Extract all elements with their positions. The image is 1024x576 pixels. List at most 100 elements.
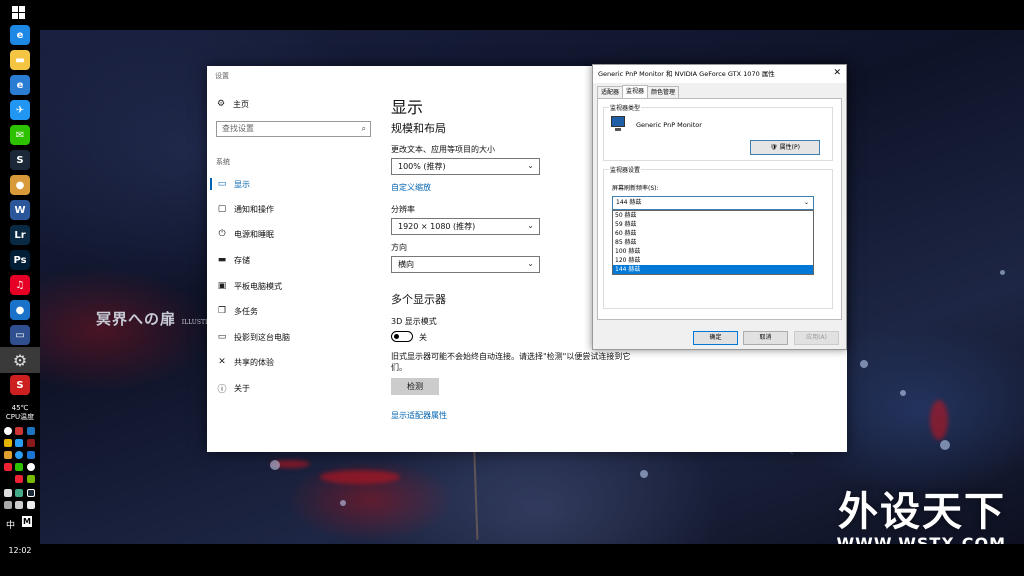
refresh-rate-option[interactable]: 100 赫兹 bbox=[613, 247, 813, 256]
app-orange-icon[interactable]: ● bbox=[10, 175, 30, 195]
tray-app-icon[interactable] bbox=[27, 489, 35, 497]
tablet-icon: ▣ bbox=[217, 281, 227, 291]
refresh-rate-label: 屏幕刷新频率(S): bbox=[612, 185, 659, 192]
sidebar-group-label: 系统 bbox=[216, 158, 230, 166]
nav-item-0[interactable]: ▭ 显示 bbox=[210, 176, 250, 192]
tab-1[interactable]: 监视器 bbox=[622, 85, 649, 98]
ime-mode-icon[interactable]: M bbox=[22, 516, 32, 527]
tray-app-icon[interactable] bbox=[27, 427, 35, 435]
resolution-dropdown[interactable]: 1920 × 1080 (推荐) ⌄ bbox=[391, 218, 540, 235]
tray-app-icon[interactable] bbox=[4, 427, 12, 435]
ok-button[interactable]: 确定 bbox=[693, 331, 738, 345]
monitor-icon bbox=[611, 116, 625, 131]
tray-app-icon[interactable] bbox=[27, 475, 35, 483]
nav-item-7[interactable]: ✕ 共享的体验 bbox=[216, 354, 274, 370]
dialog-title: Generic PnP Monitor 和 NVIDIA GeForce GTX… bbox=[593, 65, 846, 83]
apply-button[interactable]: 应用(A) bbox=[794, 331, 839, 345]
browser-icon[interactable]: e bbox=[10, 25, 30, 45]
tray-app-icon[interactable] bbox=[15, 463, 23, 471]
start-button[interactable] bbox=[12, 6, 26, 20]
3d-mode-toggle[interactable] bbox=[391, 331, 413, 342]
orientation-label: 方向 bbox=[391, 243, 407, 252]
netease-music-icon[interactable]: ♫ bbox=[10, 275, 30, 295]
app-monitor-icon[interactable]: ▭ bbox=[10, 325, 30, 345]
settings-window-title: 设置 bbox=[215, 72, 229, 80]
taskbar: e ▬ e ✈ ✉ S ● W Lr Ps ♫ ● ▭ ⚙ S 45℃ CPU温度 中 M 12:02 bbox=[0, 0, 40, 576]
nav-item-6[interactable]: ▭ 投影到这台电脑 bbox=[216, 329, 290, 345]
scale-layout-heading: 规模和布局 bbox=[391, 122, 446, 135]
app-blue-icon[interactable]: ● bbox=[10, 300, 30, 320]
nav-home[interactable]: ⚙ 主页 bbox=[215, 96, 249, 112]
tray-app-icon[interactable] bbox=[4, 501, 12, 509]
nav-item-4[interactable]: ▣ 平板电脑模式 bbox=[216, 278, 282, 294]
monitor-name: Generic PnP Monitor bbox=[636, 121, 702, 129]
project-icon: ▭ bbox=[217, 332, 227, 342]
nav-item-2[interactable]: ⏻ 电源和睡眠 bbox=[216, 226, 274, 242]
refresh-rate-option[interactable]: 60 赫兹 bbox=[613, 229, 813, 238]
page-title: 显示 bbox=[391, 98, 424, 117]
chevron-down-icon: ⌄ bbox=[803, 199, 809, 206]
tray-app-icon[interactable] bbox=[15, 439, 23, 447]
3d-mode-label: 3D 显示模式 bbox=[391, 317, 437, 326]
cpu-temperature: 45℃ CPU温度 bbox=[5, 404, 35, 421]
resolution-label: 分辨率 bbox=[391, 205, 415, 214]
chevron-down-icon: ⌄ bbox=[527, 259, 534, 268]
nav-item-8[interactable]: ⓘ 关于 bbox=[216, 380, 250, 396]
tray-app-icon[interactable] bbox=[27, 451, 35, 459]
display-icon: ▭ bbox=[217, 179, 227, 189]
tray-app-icon[interactable] bbox=[15, 501, 23, 509]
tray-app-icon[interactable] bbox=[4, 489, 12, 497]
refresh-rate-option[interactable]: 50 赫兹 bbox=[613, 211, 813, 220]
tray-app-icon[interactable] bbox=[15, 475, 23, 483]
bird-app-icon[interactable]: ✈ bbox=[10, 100, 30, 120]
ime-indicator[interactable]: 中 bbox=[6, 518, 15, 531]
scale-dropdown[interactable]: 100% (推荐) ⌄ bbox=[391, 158, 540, 175]
nav-item-1[interactable]: ▢ 通知和操作 bbox=[216, 201, 274, 217]
photoshop-icon[interactable]: Ps bbox=[10, 250, 30, 270]
orientation-dropdown[interactable]: 横向 ⌄ bbox=[391, 256, 540, 273]
settings-gear-icon[interactable]: ⚙ bbox=[0, 347, 40, 373]
tray-app-icon[interactable] bbox=[27, 439, 35, 447]
tray-app-icon[interactable] bbox=[4, 451, 12, 459]
refresh-rate-option[interactable]: 59 赫兹 bbox=[613, 220, 813, 229]
toggle-state-label: 关 bbox=[419, 333, 427, 342]
monitor-properties-button[interactable]: 🛡 属性(P) bbox=[750, 140, 820, 155]
shield-icon: 🛡 bbox=[770, 144, 778, 151]
tray-app-icon[interactable] bbox=[15, 451, 23, 459]
windows-logo-icon bbox=[12, 6, 18, 12]
chevron-down-icon: ⌄ bbox=[527, 221, 534, 230]
storage-icon: ▬ bbox=[217, 255, 227, 265]
volume-icon[interactable] bbox=[27, 501, 35, 509]
tray-app-icon[interactable] bbox=[4, 463, 12, 471]
refresh-rate-option[interactable]: 85 赫兹 bbox=[613, 238, 813, 247]
steam-icon[interactable]: S bbox=[10, 150, 30, 170]
refresh-rate-option[interactable]: 144 赫兹 bbox=[613, 265, 813, 274]
search-input[interactable]: 查找设置 ⌕ bbox=[216, 121, 371, 137]
tray-app-icon[interactable] bbox=[27, 463, 35, 471]
cancel-button[interactable]: 取消 bbox=[743, 331, 788, 345]
app-s-icon[interactable]: S bbox=[10, 375, 30, 395]
nav-item-3[interactable]: ▬ 存储 bbox=[216, 252, 250, 268]
tab-2[interactable]: 颜色管理 bbox=[647, 86, 680, 98]
tray-app-icon[interactable] bbox=[4, 439, 12, 447]
wechat-icon[interactable]: ✉ bbox=[10, 125, 30, 145]
edge-browser-icon[interactable]: e bbox=[10, 75, 30, 95]
nav-item-5[interactable]: ❐ 多任务 bbox=[216, 303, 258, 319]
bottom-black-bar bbox=[40, 544, 1024, 576]
tray-app-icon[interactable] bbox=[15, 427, 23, 435]
lightroom-icon[interactable]: Lr bbox=[10, 225, 30, 245]
multitask-icon: ❐ bbox=[217, 306, 227, 316]
search-icon: ⌕ bbox=[361, 124, 366, 133]
tray-app-icon[interactable] bbox=[15, 489, 23, 497]
taskbar-clock[interactable]: 12:02 bbox=[0, 546, 40, 555]
close-icon[interactable]: ✕ bbox=[833, 68, 841, 78]
monitor-properties-dialog: Generic PnP Monitor 和 NVIDIA GeForce GTX… bbox=[592, 64, 847, 350]
file-explorer-icon[interactable]: ▬ bbox=[10, 50, 30, 70]
tab-0[interactable]: 适配器 bbox=[597, 86, 624, 98]
adapter-properties-link[interactable]: 显示适配器属性 bbox=[391, 410, 447, 421]
refresh-rate-select[interactable]: 144 赫兹 ⌄ bbox=[612, 196, 814, 210]
refresh-rate-option[interactable]: 120 赫兹 bbox=[613, 256, 813, 265]
word-icon[interactable]: W bbox=[10, 200, 30, 220]
custom-scale-link[interactable]: 自定义缩放 bbox=[391, 182, 431, 193]
detect-button[interactable]: 检测 bbox=[391, 378, 439, 395]
